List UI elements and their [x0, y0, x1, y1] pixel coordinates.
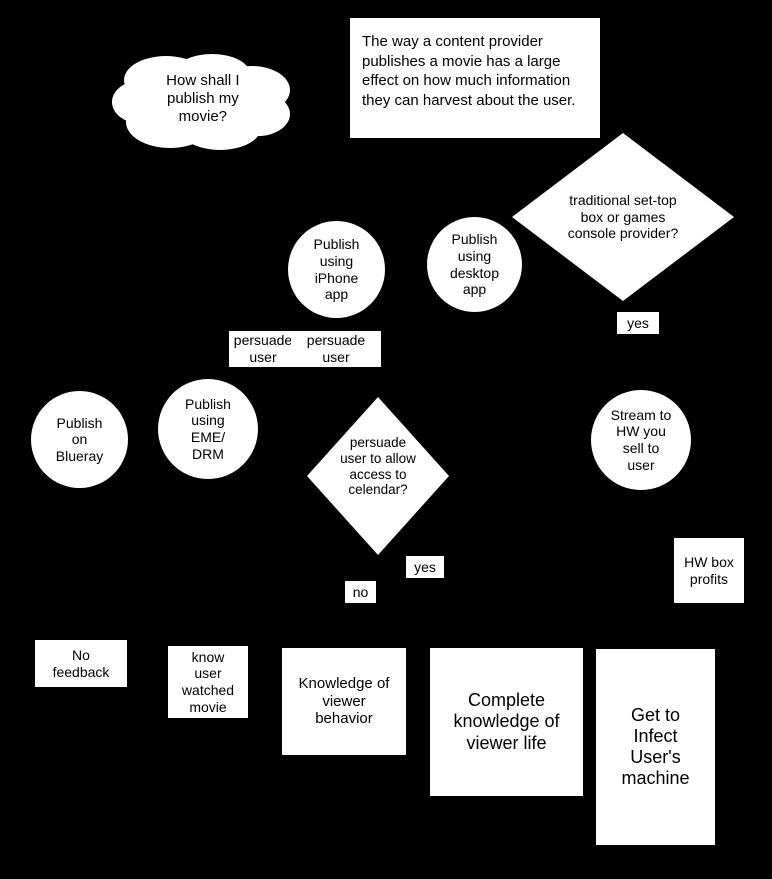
node-complete-knowledge-viewer-life-label: Complete knowledge of viewer life: [453, 690, 560, 753]
edge-label-calendar-yes: yes: [406, 556, 444, 578]
thought-cloud-label: How shall I publish my movie?: [166, 72, 240, 125]
node-publish-desktop-app-label: Publish using desktop app: [449, 231, 500, 298]
node-stream-to-hw-label: Stream to HW you sell to user: [610, 406, 672, 473]
node-no-feedback-label: No feedback: [52, 646, 110, 680]
intro-note-box[interactable]: The way a content provider publishes a m…: [350, 18, 600, 138]
node-persuade-user-right-label: persuade user: [306, 332, 366, 365]
node-publish-eme-drm[interactable]: Publish using EME/ DRM: [158, 379, 258, 479]
decision-settop-box[interactable]: traditional set-top box or games console…: [512, 133, 734, 301]
node-knowledge-viewer-behavior-label: Knowledge of viewer behavior: [298, 674, 390, 728]
node-publish-on-blueray[interactable]: Publish on Blueray: [31, 391, 128, 488]
node-hw-box-profits[interactable]: HW box profits: [674, 538, 744, 603]
node-publish-desktop-app[interactable]: Publish using desktop app: [427, 217, 522, 312]
edge-label-calendar-no: no: [345, 581, 376, 603]
node-persuade-user-left[interactable]: persuade user: [229, 331, 297, 367]
decision-settop-label: traditional set-top box or games console…: [567, 192, 679, 242]
decision-calendar-access[interactable]: persuade user to allow access to celenda…: [307, 397, 449, 555]
node-get-to-infect-user-machine[interactable]: Get to Infect User's machine: [596, 649, 715, 845]
node-know-user-watched-movie-label: know user watched movie: [181, 648, 235, 715]
node-know-user-watched-movie[interactable]: know user watched movie: [168, 646, 248, 718]
node-persuade-user-right[interactable]: persuade user: [291, 331, 381, 367]
node-publish-eme-drm-label: Publish using EME/ DRM: [185, 395, 231, 462]
node-complete-knowledge-viewer-life[interactable]: Complete knowledge of viewer life: [430, 648, 583, 796]
node-knowledge-viewer-behavior[interactable]: Knowledge of viewer behavior: [282, 648, 406, 755]
node-hw-box-profits-label: HW box profits: [684, 553, 734, 587]
edge-label-settop-yes: yes: [617, 312, 659, 334]
node-publish-iphone-app-label: Publish using iPhone app: [313, 236, 360, 303]
node-no-feedback[interactable]: No feedback: [35, 640, 127, 687]
thought-cloud-publish-question[interactable]: How shall I publish my movie?: [108, 52, 294, 152]
node-persuade-user-left-label: persuade user: [233, 332, 293, 365]
node-publish-iphone-app[interactable]: Publish using iPhone app: [288, 221, 385, 318]
flowchart-canvas: How shall I publish my movie? The way a …: [0, 0, 772, 879]
decision-calendar-label: persuade user to allow access to celenda…: [340, 434, 416, 498]
node-publish-on-blueray-label: Publish on Blueray: [55, 414, 104, 464]
node-stream-to-hw[interactable]: Stream to HW you sell to user: [591, 390, 691, 490]
intro-note-text: The way a content provider publishes a m…: [362, 33, 576, 109]
node-get-to-infect-user-machine-label: Get to Infect User's machine: [621, 704, 690, 789]
